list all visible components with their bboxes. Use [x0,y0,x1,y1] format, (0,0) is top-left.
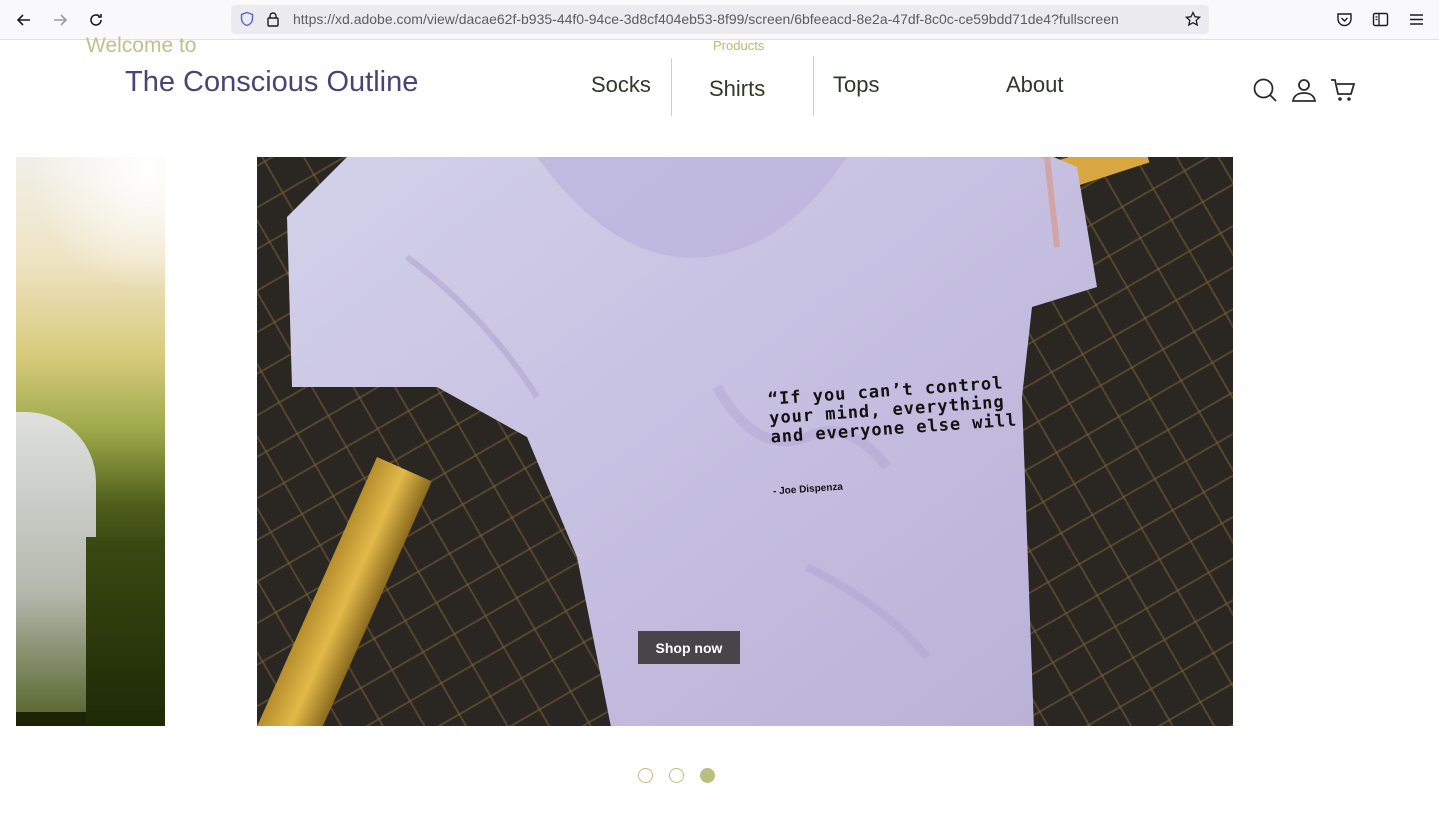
arrow-left-icon [16,14,30,26]
nav-shirts[interactable]: Shirts [709,76,765,102]
shop-now-button[interactable]: Shop now [638,631,740,664]
address-bar[interactable]: https://xd.adobe.com/view/dacae62f-b935-… [231,5,1209,34]
user-icon[interactable] [1291,77,1317,103]
welcome-text: Welcome to [86,34,197,57]
carousel-slide-previous[interactable] [16,157,165,726]
nav-socks[interactable]: Socks [591,72,651,98]
carousel-dot-1[interactable] [638,768,653,783]
carousel-slide-active[interactable]: “If you can’t control your mind, everyth… [257,157,1233,726]
reload-button[interactable] [84,8,108,32]
nav-divider [671,58,672,116]
arrow-right-icon [54,14,68,26]
grass-background [86,537,165,726]
search-icon[interactable] [1252,77,1278,103]
shield-icon [240,11,254,27]
lock-icon [267,12,279,27]
nav-tops[interactable]: Tops [833,72,879,98]
carousel-dot-3[interactable] [700,768,715,783]
back-button[interactable] [12,8,36,32]
reload-icon [90,14,102,26]
pocket-icon[interactable] [1336,11,1353,28]
sidebar-icon[interactable] [1372,11,1389,28]
menu-icon[interactable] [1408,11,1425,28]
cart-icon[interactable] [1330,77,1356,103]
carousel-dot-2[interactable] [669,768,684,783]
sunlight-glow [36,157,165,297]
person-silhouette [16,412,96,712]
nav-divider [813,56,814,116]
brand-title[interactable]: The Conscious Outline [125,66,418,99]
url-text[interactable]: https://xd.adobe.com/view/dacae62f-b935-… [293,11,1183,27]
forward-button[interactable] [48,8,72,32]
nav-about[interactable]: About [1006,72,1064,98]
browser-toolbar: https://xd.adobe.com/view/dacae62f-b935-… [0,0,1439,40]
products-label: Products [713,38,765,53]
bookmark-star-icon[interactable] [1185,11,1201,27]
